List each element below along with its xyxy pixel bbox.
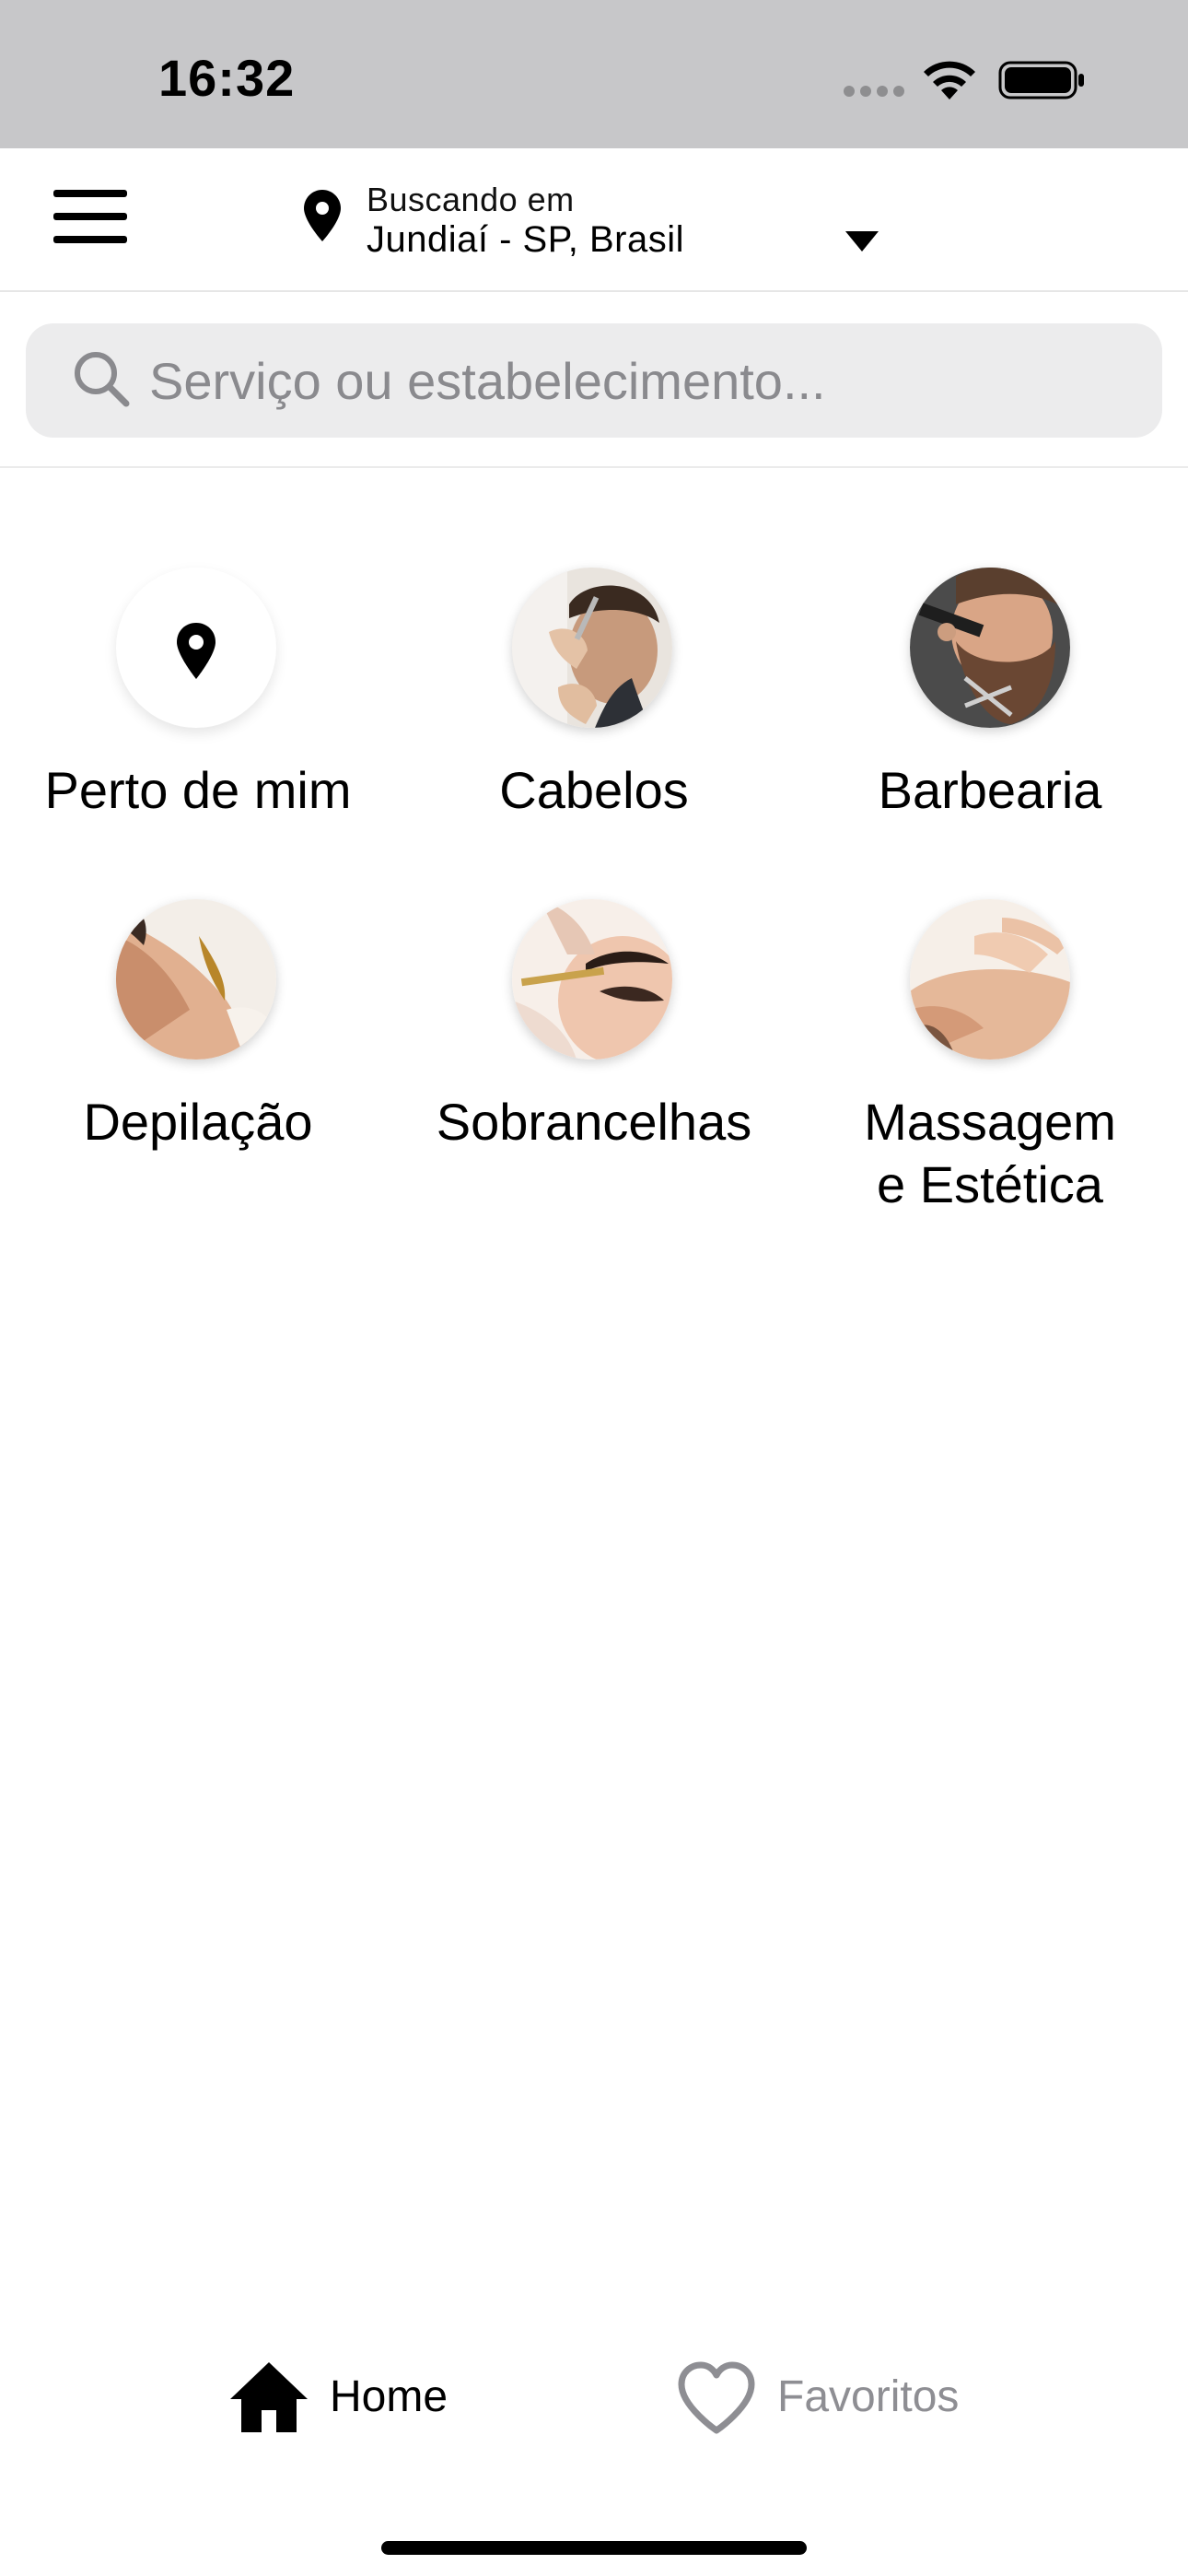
menu-icon[interactable] bbox=[53, 190, 127, 247]
screen: 16:32 Buscando em Jundiaí - SP, Brasil S… bbox=[0, 0, 1188, 2576]
tab-home[interactable]: Home bbox=[228, 2360, 468, 2443]
cellular-signal-icon bbox=[844, 86, 904, 97]
category-label-line1: Massagem bbox=[864, 1093, 1116, 1151]
status-bar: 16:32 bbox=[0, 0, 1188, 148]
location-city[interactable]: Jundiaí - SP, Brasil bbox=[367, 219, 684, 261]
category-label: Sobrancelhas bbox=[436, 1093, 752, 1151]
wifi-icon bbox=[924, 61, 975, 100]
category-label: Perto de mim bbox=[44, 761, 352, 819]
category-label: Massagem e Estética bbox=[792, 1091, 1188, 1216]
location-pin-icon bbox=[177, 623, 215, 679]
eyebrow-image bbox=[512, 899, 672, 1060]
massage-image bbox=[910, 899, 1070, 1060]
category-label-line2: e Estética bbox=[877, 1155, 1103, 1213]
location-pin-icon[interactable] bbox=[304, 190, 341, 241]
category-label: Cabelos bbox=[499, 761, 689, 819]
waxing-image bbox=[116, 899, 276, 1060]
tab-favoritos-label: Favoritos bbox=[777, 2372, 960, 2421]
category-icon-circle bbox=[116, 568, 276, 728]
chevron-down-icon[interactable] bbox=[845, 231, 879, 252]
search-bar[interactable] bbox=[26, 323, 1162, 438]
search-input[interactable] bbox=[149, 344, 1135, 417]
home-indicator bbox=[381, 2541, 807, 2555]
heart-icon bbox=[678, 2361, 755, 2434]
battery-icon bbox=[998, 61, 1084, 100]
beard-trim-image bbox=[910, 568, 1070, 728]
home-icon bbox=[230, 2362, 308, 2432]
category-label: Depilação bbox=[83, 1093, 313, 1151]
location-caption[interactable]: Buscando em bbox=[367, 181, 575, 219]
tab-favoritos[interactable]: Favoritos bbox=[676, 2360, 980, 2443]
haircut-image bbox=[512, 568, 672, 728]
search-section bbox=[0, 292, 1188, 468]
category-label: Barbearia bbox=[878, 761, 1102, 819]
search-icon bbox=[75, 352, 130, 407]
header: Buscando em Jundiaí - SP, Brasil bbox=[0, 148, 1188, 292]
status-time: 16:32 bbox=[158, 49, 296, 107]
tab-home-label: Home bbox=[330, 2372, 448, 2421]
bottom-tab-bar: Home Favoritos bbox=[0, 2340, 1188, 2478]
